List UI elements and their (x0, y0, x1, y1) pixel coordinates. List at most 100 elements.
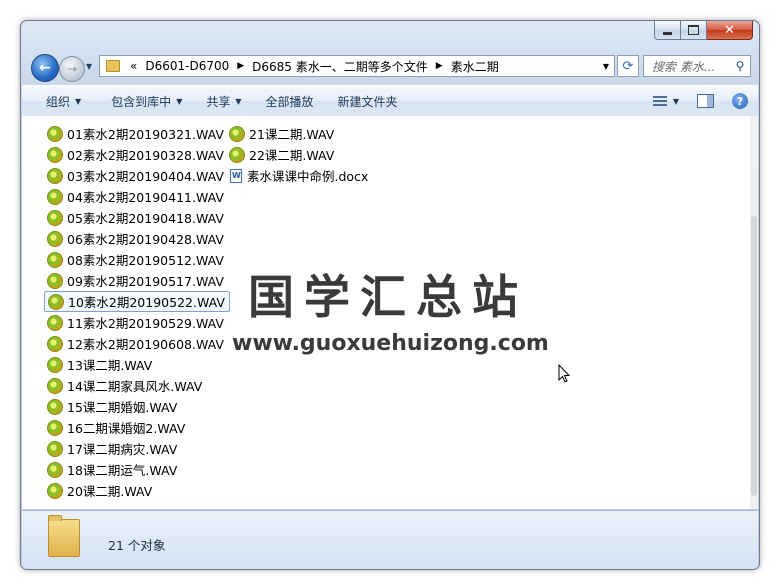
play-all-button[interactable]: 全部播放 (254, 86, 326, 116)
audio-file-icon (229, 146, 245, 163)
play-all-label: 全部播放 (265, 94, 314, 109)
file-name: 14课二期家具风水.WAV (67, 379, 203, 394)
breadcrumb-item[interactable]: D6685 素水一、二期等多个文件 (248, 58, 432, 75)
forward-arrow-icon: → (66, 62, 78, 76)
file-item[interactable]: 01素水2期20190321.WAV (44, 123, 230, 144)
scrollbar-thumb[interactable] (751, 216, 757, 496)
file-name: 05素水2期20190418.WAV (67, 211, 224, 226)
help-icon[interactable]: ? (732, 93, 748, 109)
audio-file-icon (47, 419, 63, 436)
mouse-cursor-icon (558, 364, 571, 383)
folder-icon (106, 60, 120, 72)
file-item[interactable]: 03素水2期20190404.WAV (44, 165, 230, 186)
file-item[interactable]: 02素水2期20190328.WAV (44, 144, 230, 165)
file-name: 02素水2期20190328.WAV (67, 148, 224, 163)
audio-file-icon (229, 125, 245, 142)
file-name: 12素水2期20190608.WAV (67, 337, 224, 352)
audio-file-icon (47, 125, 63, 142)
watermark-url: www.guoxuehuizong.com (232, 331, 549, 356)
chevron-right-icon[interactable]: ▶ (432, 61, 447, 71)
file-item[interactable]: 20课二期.WAV (44, 480, 230, 501)
file-item[interactable]: 15课二期婚姻.WAV (44, 396, 230, 417)
minimize-button[interactable] (654, 21, 681, 40)
file-name: 03素水2期20190404.WAV (67, 169, 224, 184)
recent-pages-dropdown-icon[interactable]: ▼ (86, 62, 92, 71)
file-item[interactable]: 18课二期运气.WAV (44, 459, 230, 480)
file-name: 09素水2期20190517.WAV (67, 274, 224, 289)
close-icon: ✕ (724, 22, 735, 38)
audio-file-icon (47, 230, 63, 247)
chevron-right-icon[interactable]: ▶ (233, 61, 248, 71)
command-bar: 组织 ▼ 包含到库中 ▼ 共享 ▼ 全部播放 新建文件夹 ▼ ? (22, 85, 758, 117)
organize-menu[interactable]: 组织 ▼ (22, 86, 93, 116)
watermark-title: 国学汇总站 (248, 270, 528, 324)
explorer-window: ✕ ← → ▼ « D6601-D6700 ▶ D6685 素水一、二期等多个文… (20, 20, 760, 570)
share-menu[interactable]: 共享 ▼ (194, 86, 253, 116)
file-name: 10素水2期20190522.WAV (68, 295, 225, 310)
breadcrumb-item[interactable]: 素水二期 (447, 58, 503, 75)
address-bar[interactable]: « D6601-D6700 ▶ D6685 素水一、二期等多个文件 ▶ 素水二期… (99, 55, 615, 77)
audio-file-icon (47, 251, 63, 268)
file-item[interactable]: 06素水2期20190428.WAV (44, 228, 230, 249)
file-item[interactable]: 12素水2期20190608.WAV (44, 333, 230, 354)
new-folder-label: 新建文件夹 (337, 94, 398, 109)
file-item[interactable]: 05素水2期20190418.WAV (44, 207, 230, 228)
search-input[interactable]: 搜索 素水... (644, 58, 730, 75)
close-button[interactable]: ✕ (707, 21, 753, 40)
include-library-label: 包含到库中 (111, 94, 172, 109)
file-item[interactable]: 13课二期.WAV (44, 354, 230, 375)
share-label: 共享 (206, 94, 231, 109)
refresh-icon: ⟳ (622, 58, 634, 74)
back-button[interactable]: ← (31, 54, 59, 82)
file-name: 11素水2期20190529.WAV (67, 316, 224, 331)
file-item[interactable]: 08素水2期20190512.WAV (44, 249, 230, 270)
caption-buttons: ✕ (654, 21, 753, 41)
chevron-down-icon[interactable]: ▼ (673, 97, 679, 106)
breadcrumb-overflow[interactable]: « (126, 59, 141, 73)
file-name: 04素水2期20190411.WAV (67, 190, 224, 205)
vertical-scrollbar[interactable] (750, 116, 758, 509)
refresh-button[interactable]: ⟳ (617, 55, 639, 77)
file-item[interactable]: 11素水2期20190529.WAV (44, 312, 230, 333)
audio-file-icon (47, 482, 63, 499)
view-controls: ▼ ? (652, 86, 748, 116)
file-item[interactable]: 09素水2期20190517.WAV (44, 270, 230, 291)
audio-file-icon (47, 188, 63, 205)
file-name: 08素水2期20190512.WAV (67, 253, 224, 268)
address-dropdown-icon[interactable]: ▼ (598, 56, 614, 76)
audio-file-icon (47, 461, 63, 478)
breadcrumb-item[interactable]: D6601-D6700 (141, 59, 233, 73)
maximize-button[interactable] (681, 21, 707, 40)
file-name: 01素水2期20190321.WAV (67, 127, 224, 142)
maximize-icon (688, 25, 699, 35)
file-column-1: 01素水2期20190321.WAV 02素水2期20190328.WAV 03素水… (44, 123, 230, 501)
file-name: 13课二期.WAV (67, 358, 153, 373)
minimize-icon (663, 31, 672, 35)
file-name: 15课二期婚姻.WAV (67, 400, 178, 415)
file-name: 21课二期.WAV (249, 127, 335, 142)
file-item[interactable]: 17课二期病灾.WAV (44, 438, 230, 459)
audio-file-icon (47, 146, 63, 163)
file-name: 素水课课中命例.docx (247, 169, 369, 184)
forward-button[interactable]: → (59, 56, 85, 82)
file-item[interactable]: 22课二期.WAV (226, 144, 372, 165)
audio-file-icon (47, 398, 63, 415)
preview-pane-icon[interactable] (697, 94, 714, 108)
file-name: 17课二期病灾.WAV (67, 442, 178, 457)
view-options-icon[interactable] (652, 96, 667, 106)
new-folder-button[interactable]: 新建文件夹 (326, 86, 410, 116)
include-library-menu[interactable]: 包含到库中 ▼ (93, 86, 194, 116)
file-item[interactable]: 素水课课中命例.docx (226, 165, 372, 186)
file-item[interactable]: 14课二期家具风水.WAV (44, 375, 230, 396)
search-box[interactable]: 搜索 素水... ⚲ (643, 55, 751, 77)
audio-file-icon (48, 293, 64, 310)
file-item[interactable]: 04素水2期20190411.WAV (44, 186, 230, 207)
word-document-icon (230, 168, 242, 183)
file-item[interactable]: 16二期课婚姻2.WAV (44, 417, 230, 438)
search-icon[interactable]: ⚲ (730, 59, 750, 73)
file-item[interactable]: 10素水2期20190522.WAV (44, 291, 230, 312)
file-item[interactable]: 21课二期.WAV (226, 123, 372, 144)
chevron-down-icon: ▼ (176, 96, 183, 106)
file-column-2: 21课二期.WAV 22课二期.WAV 素水课课中命例.docx (226, 123, 372, 186)
audio-file-icon (47, 314, 63, 331)
